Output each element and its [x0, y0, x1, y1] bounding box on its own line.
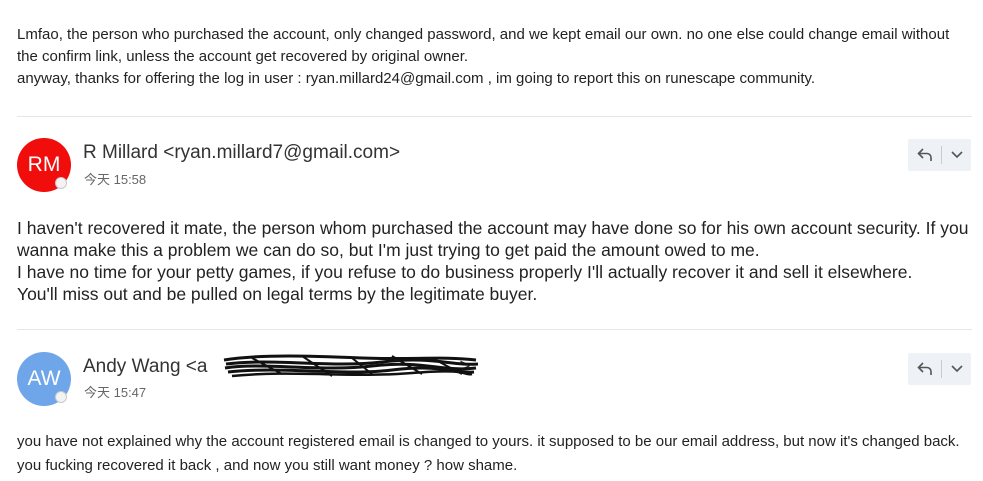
reply-icon: [916, 148, 932, 161]
quoted-line-1: Lmfao, the person who purchased the acco…: [17, 26, 950, 65]
divider: [17, 329, 972, 330]
avatar-initials: RM: [27, 153, 61, 176]
sender-name: Andy Wang: [83, 356, 181, 377]
reply-button[interactable]: [908, 139, 941, 171]
reply-button-group: [908, 353, 971, 385]
more-actions-button[interactable]: [942, 353, 971, 385]
reply-button[interactable]: [908, 353, 941, 385]
timestamp: 今天 15:58: [84, 172, 147, 187]
chevron-down-icon: [950, 365, 963, 373]
presence-dot: [55, 391, 67, 403]
sender-email-prefix: <a: [185, 356, 208, 377]
quoted-line-2: anyway, thanks for offering the log in u…: [17, 70, 816, 87]
reply-icon: [916, 362, 932, 375]
presence-dot: [55, 177, 67, 189]
reply-button-group: [908, 139, 971, 171]
chevron-down-icon: [950, 151, 963, 159]
avatar-initials: AW: [27, 367, 61, 390]
quoted-message: Lmfao, the person who purchased the acco…: [17, 24, 967, 90]
sender[interactable]: R Millard <ryan.millard7@gmail.com>: [83, 142, 400, 164]
message-body: you have not explained why the account r…: [17, 433, 960, 474]
message-body: I haven't recovered it mate, the person …: [17, 218, 969, 304]
divider: [17, 116, 972, 117]
timestamp: 今天 15:47: [84, 385, 147, 400]
more-actions-button[interactable]: [942, 139, 971, 171]
scribble-redaction: [223, 354, 479, 378]
